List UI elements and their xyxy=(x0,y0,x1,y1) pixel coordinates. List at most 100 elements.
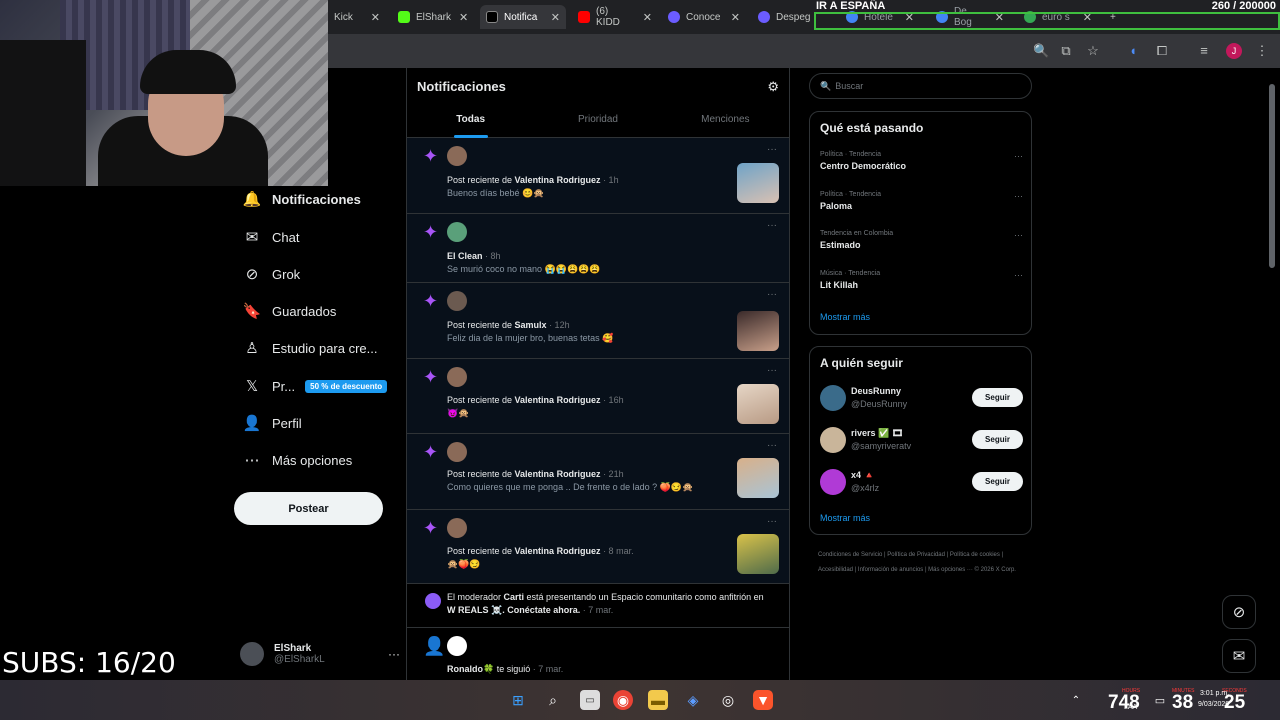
close-tab-icon[interactable]: ✕ xyxy=(723,11,740,24)
close-tab-icon[interactable]: ✕ xyxy=(543,11,560,24)
messages-icon[interactable]: ✉ xyxy=(1222,639,1256,673)
follow-button[interactable]: Seguir xyxy=(972,472,1023,491)
nav-guardados[interactable]: 🔖 Guardados xyxy=(242,296,337,326)
extensions-icon[interactable]: ⧠ xyxy=(1154,43,1170,59)
brave-icon[interactable]: ▼ xyxy=(753,690,773,710)
author-name[interactable]: Valentina Rodriguez xyxy=(515,469,601,479)
tab-despeg[interactable]: Despeg xyxy=(752,5,812,29)
avatar xyxy=(447,442,467,462)
author-name[interactable]: El Clean xyxy=(447,251,483,261)
post-thumbnail[interactable] xyxy=(737,534,779,574)
footer-links[interactable]: Condiciones de Servicio | Política de Pr… xyxy=(818,548,1028,578)
bell-icon: 🔔 xyxy=(242,191,262,208)
chrome-icon[interactable]: ◉ xyxy=(613,690,633,710)
more-icon[interactable]: ··· xyxy=(767,365,777,376)
notification-item[interactable]: ✦ ··· Post reciente de Valentina Rodrigu… xyxy=(407,510,789,584)
notification-item[interactable]: ✦ ··· Post reciente de Valentina Rodrigu… xyxy=(407,434,789,510)
tab-todas[interactable]: Todas xyxy=(407,108,534,138)
task-view-icon[interactable]: ▭ xyxy=(580,690,600,710)
folder-icon[interactable]: ▬ xyxy=(648,690,668,710)
goal-overlay: IR A ESPAÑA 260 / 200000 xyxy=(814,0,1280,30)
notification-item[interactable]: ✦ ··· Post reciente de Valentina Rodrigu… xyxy=(407,138,789,214)
post-button[interactable]: Postear xyxy=(234,492,383,525)
follow-notification[interactable]: 👤 Ronaldo🍀 te siguió · 7 mar. xyxy=(407,628,789,680)
trend-item[interactable]: Política · Tendencia Paloma ··· xyxy=(820,191,1023,211)
cast-icon[interactable]: ⧉ xyxy=(1058,43,1074,59)
follow-button[interactable]: Seguir xyxy=(972,430,1023,449)
show-more-link[interactable]: Mostrar más xyxy=(820,513,870,523)
nav-chat[interactable]: ✉ Chat xyxy=(242,222,300,252)
notification-item[interactable]: ✦ ··· Post reciente de Samulx · 12h Feli… xyxy=(407,283,789,359)
menu-icon[interactable]: ⋮ xyxy=(1254,43,1270,59)
notification-item[interactable]: ✦ ··· El Clean · 8h Se murió coco no man… xyxy=(407,214,789,283)
star-icon[interactable]: ☆ xyxy=(1085,43,1101,59)
post-thumbnail[interactable] xyxy=(737,384,779,424)
more-icon[interactable]: ··· xyxy=(1014,191,1023,201)
notification-item[interactable]: ✦ ··· Post reciente de Valentina Rodrigu… xyxy=(407,359,789,434)
space-notification[interactable]: El moderador Carti está presentando un E… xyxy=(407,584,789,628)
youtube-icon xyxy=(578,11,590,23)
suggested-user[interactable]: rivers ✅ 🎞 @samyriveratv Seguir xyxy=(820,425,1023,455)
more-icon[interactable]: ··· xyxy=(388,647,400,661)
obs-icon[interactable]: ◎ xyxy=(718,690,738,710)
more-icon[interactable]: ··· xyxy=(1014,270,1023,280)
chevron-up-icon[interactable]: ⌃ xyxy=(1066,690,1086,710)
nav-premium[interactable]: 𝕏 Pr... 50 % de descuento xyxy=(242,371,388,401)
close-tab-icon[interactable]: ✕ xyxy=(451,11,468,24)
author-name[interactable]: Valentina Rodriguez xyxy=(515,175,601,185)
close-tab-icon[interactable]: ✕ xyxy=(363,11,380,24)
tab-elshark[interactable]: ElShark ✕ xyxy=(392,5,472,29)
webcam-overlay xyxy=(0,0,328,186)
nav-notificaciones[interactable]: 🔔 Notificaciones xyxy=(242,184,361,214)
author-name[interactable]: Valentina Rodriguez xyxy=(515,395,601,405)
nav-grok[interactable]: ⊘ Grok xyxy=(242,259,300,289)
account-switcher[interactable]: ElShark @ElSharkL ··· xyxy=(240,636,400,672)
search-input[interactable]: 🔍 Buscar xyxy=(809,73,1032,99)
language-indicator[interactable]: LAA xyxy=(1124,704,1137,711)
scrollbar-thumb[interactable] xyxy=(1269,84,1275,268)
more-icon[interactable]: ··· xyxy=(767,516,777,527)
nav-perfil[interactable]: 👤 Perfil xyxy=(242,408,302,438)
windows-start-icon[interactable]: ⊞ xyxy=(508,690,528,710)
trend-item[interactable]: Tendencia en Colombia Estimado ··· xyxy=(820,230,1023,250)
more-icon[interactable]: ··· xyxy=(767,144,777,155)
trend-item[interactable]: Política · Tendencia Centro Democrático ··… xyxy=(820,151,1023,171)
author-name[interactable]: Valentina Rodriguez xyxy=(515,546,601,556)
post-text: Buenos días bebé 😊🙊 xyxy=(447,188,545,198)
show-more-link[interactable]: Mostrar más xyxy=(820,312,870,322)
tab-youtube[interactable]: (6) KIDD ✕ xyxy=(572,5,658,29)
post-thumbnail[interactable] xyxy=(737,163,779,203)
zoom-icon[interactable]: 🔍 xyxy=(1033,43,1049,59)
search-icon[interactable]: ⌕ xyxy=(543,690,563,710)
close-tab-icon[interactable]: ✕ xyxy=(635,11,652,24)
follow-button[interactable]: Seguir xyxy=(972,388,1023,407)
more-icon[interactable]: ··· xyxy=(1014,151,1023,161)
tab-menciones[interactable]: Menciones xyxy=(662,108,789,138)
author-name[interactable]: Samulx xyxy=(515,320,547,330)
grok-icon[interactable]: ⊘ xyxy=(1222,595,1256,629)
suggested-user[interactable]: x4 🔺 @x4rlz Seguir xyxy=(820,467,1023,497)
more-icon[interactable]: ··· xyxy=(767,289,777,300)
post-thumbnail[interactable] xyxy=(737,458,779,498)
tab-prioridad[interactable]: Prioridad xyxy=(534,108,661,138)
tab-notificaciones[interactable]: Notifica ✕ xyxy=(480,5,566,29)
nav-estudio[interactable]: ♙ Estudio para cre... xyxy=(242,333,377,363)
more-icon[interactable]: ··· xyxy=(767,440,777,451)
system-clock[interactable]: 3:01 p.m. 9/03/2026 xyxy=(1198,688,1229,710)
more-icon[interactable]: ··· xyxy=(767,220,777,231)
gear-icon[interactable]: ⚙ xyxy=(767,79,779,95)
app-icon[interactable]: ◈ xyxy=(683,690,703,710)
audio-icon[interactable]: ◖ xyxy=(1125,43,1141,59)
goal-count: 260 / 200000 xyxy=(1211,0,1276,12)
more-icon[interactable]: ··· xyxy=(1014,230,1023,240)
tab-kick[interactable]: Kick ✕ xyxy=(328,5,386,29)
suggested-user[interactable]: DeusRunny @DeusRunny Seguir xyxy=(820,383,1023,413)
profile-avatar[interactable]: J xyxy=(1226,43,1242,59)
scrollbar[interactable] xyxy=(1269,70,1275,670)
studio-icon: ♙ xyxy=(245,340,259,357)
nav-mas-opciones[interactable]: ⋯ Más opciones xyxy=(242,445,353,475)
trend-item[interactable]: Música · Tendencia Lit Killah ··· xyxy=(820,270,1023,290)
tab-conoce[interactable]: Conoce ✕ xyxy=(662,5,746,29)
media-icon[interactable]: ≡ xyxy=(1196,43,1212,59)
post-thumbnail[interactable] xyxy=(737,311,779,351)
